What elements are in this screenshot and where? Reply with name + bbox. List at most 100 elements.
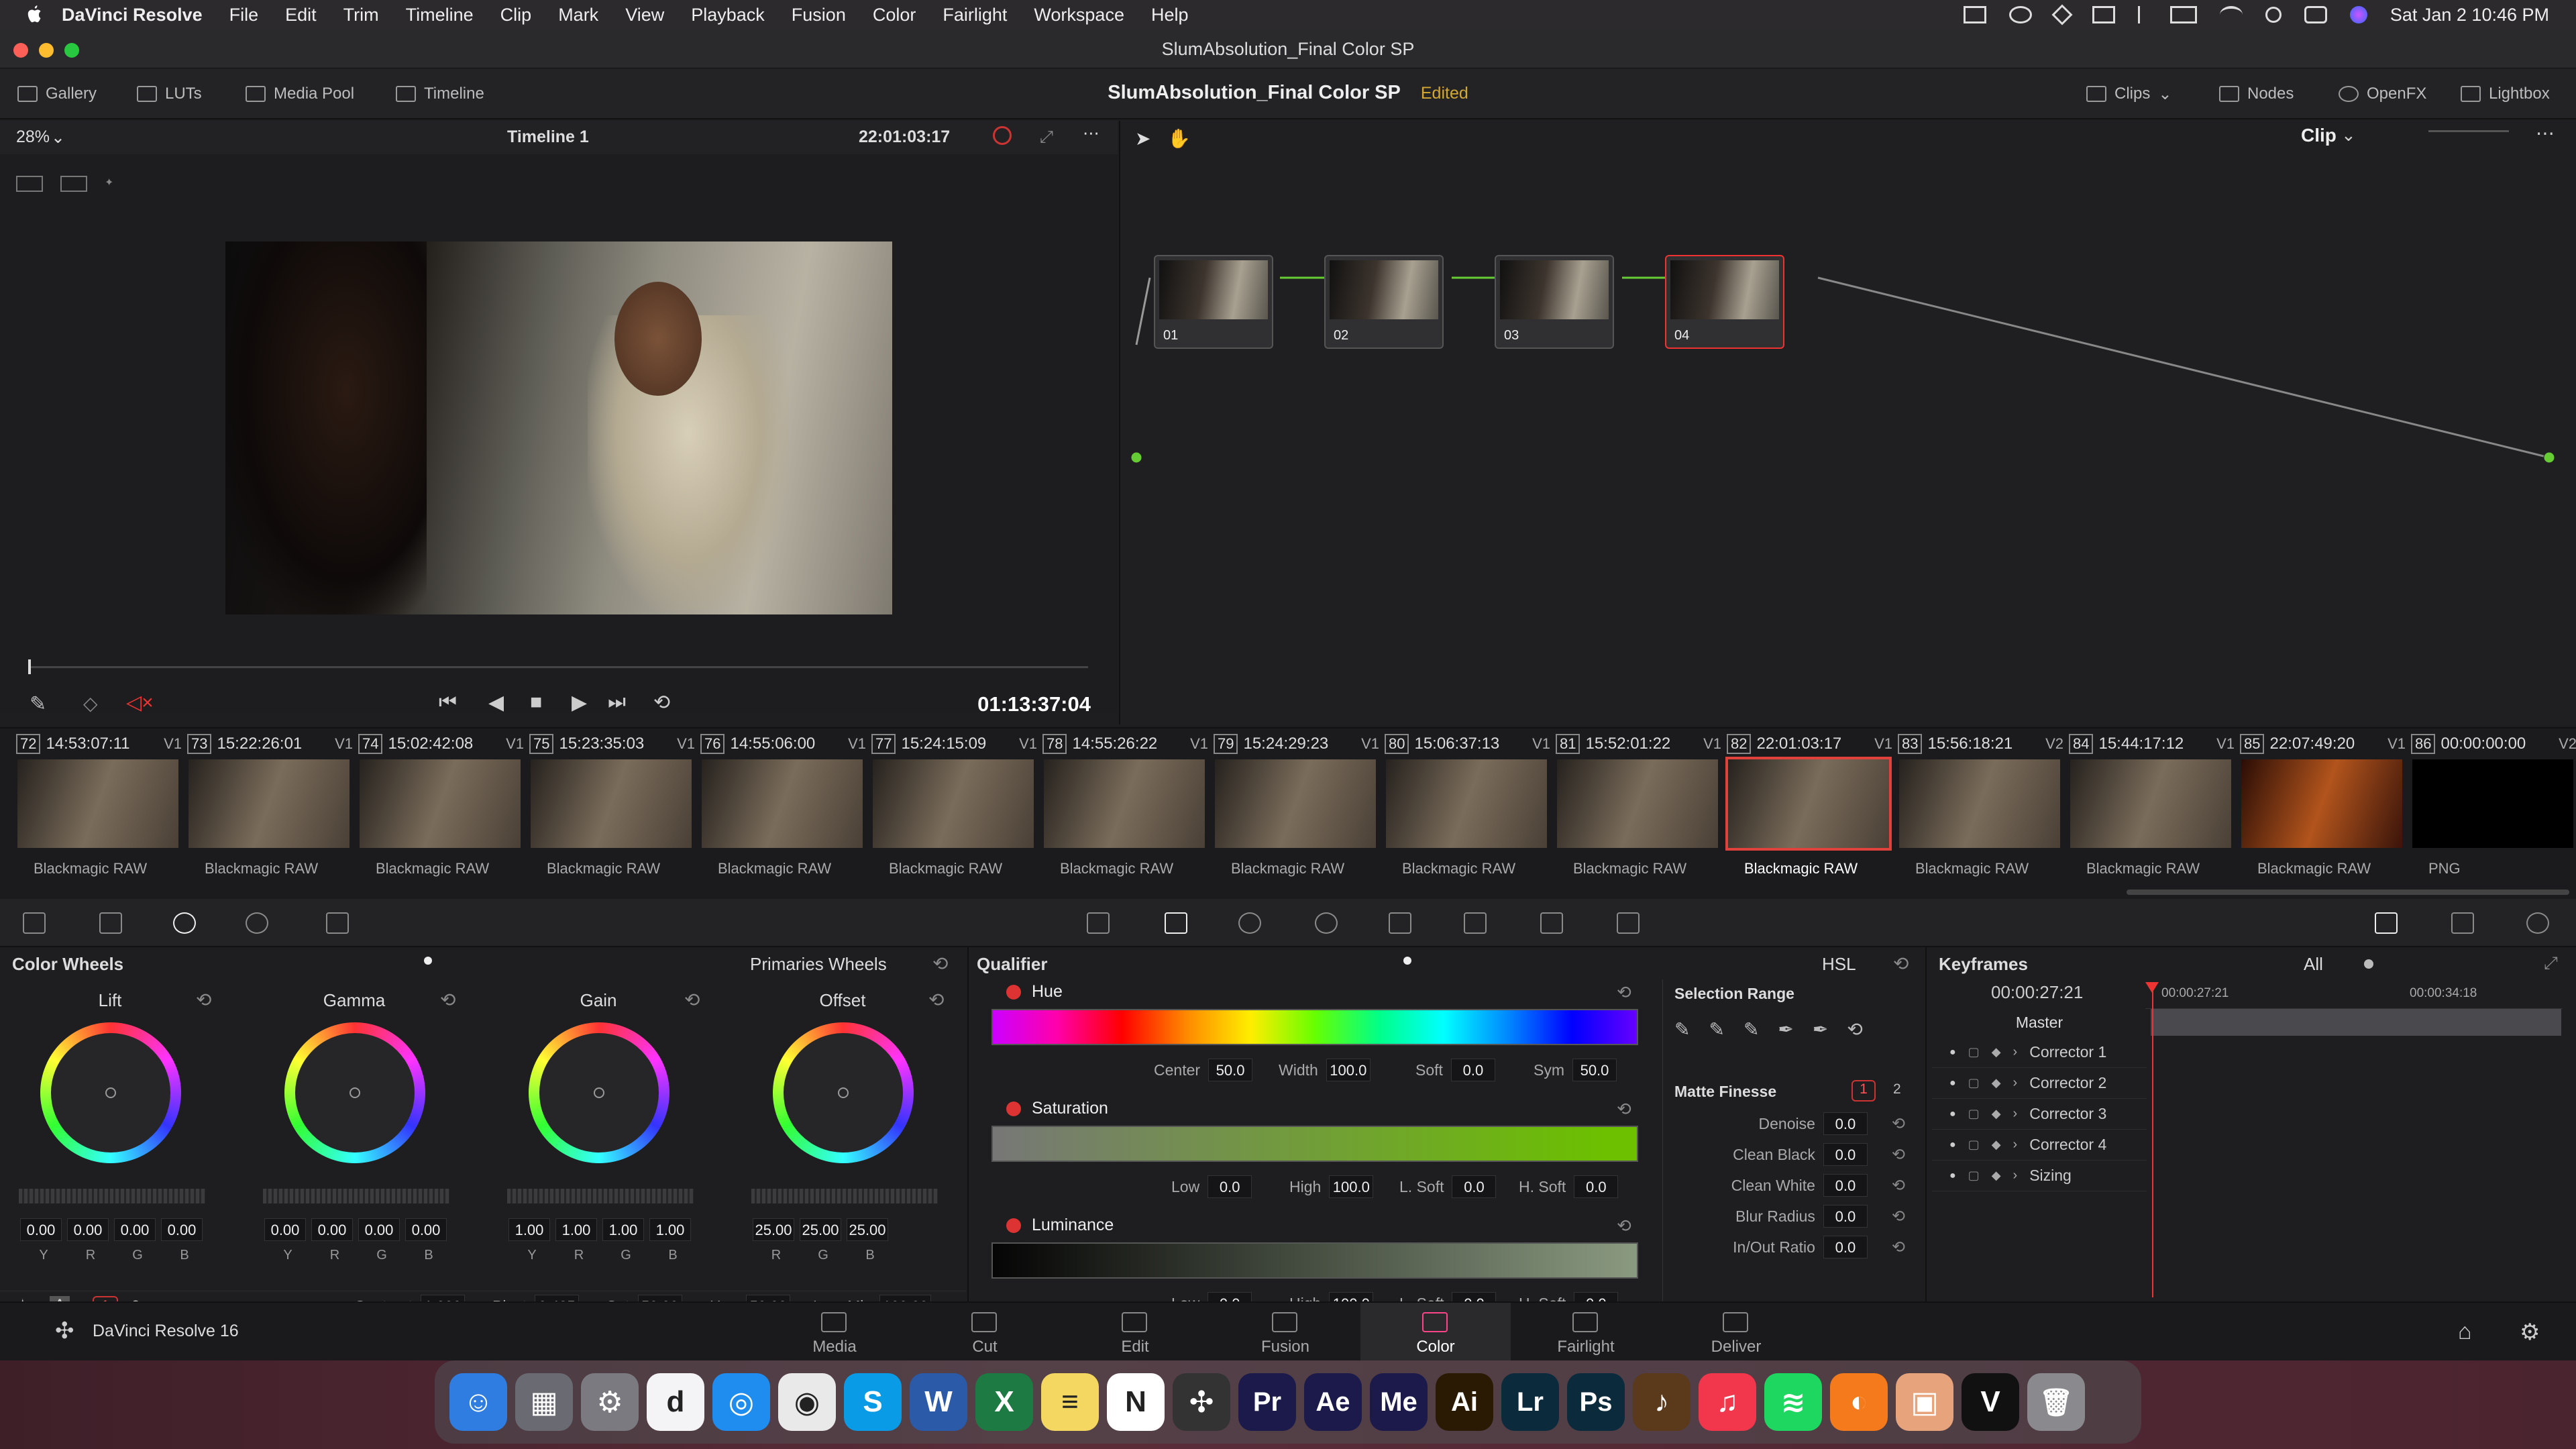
reset-icon[interactable]: ⟲ [440, 989, 455, 1011]
width-value[interactable]: 100.0 [1326, 1059, 1371, 1081]
skype-icon[interactable]: S [844, 1373, 902, 1431]
reset-icon[interactable]: ⟲ [1892, 1207, 1905, 1226]
finesse-value[interactable]: 0.0 [1823, 1112, 1868, 1135]
sat-hsoft[interactable]: H. Soft 0.0 [1519, 1175, 1619, 1198]
chrome-icon[interactable]: ◉ [778, 1373, 836, 1431]
node[interactable]: 01 [1154, 255, 1273, 349]
node[interactable]: 04 [1665, 255, 1784, 349]
battery-icon[interactable] [2169, 6, 2197, 23]
picker-minus-icon[interactable]: ✎ [1709, 1018, 1724, 1040]
wheel-center[interactable] [350, 1087, 360, 1098]
chevron-right-icon[interactable]: › [2013, 1106, 2018, 1122]
wheel-value[interactable]: 0.00 [311, 1218, 353, 1241]
settings-icon[interactable]: ⚙ [2520, 1319, 2540, 1346]
clip-thumbnail[interactable]: 83 15:56:18:21 V2 Blackmagic RAW [1898, 729, 2069, 900]
clip-thumbnail[interactable]: 78 14:55:26:22 V1 Blackmagic RAW [1042, 729, 1214, 900]
menu-item[interactable]: Trim [343, 5, 379, 25]
play-reverse-icon[interactable]: ◀ [488, 691, 504, 714]
chevron-right-icon[interactable]: › [2013, 1075, 2018, 1091]
hue-center[interactable]: Center 50.0 [1154, 1059, 1253, 1081]
launchpad-icon[interactable]: ▦ [515, 1373, 573, 1431]
low-value[interactable]: 0.0 [1208, 1175, 1252, 1198]
clip-thumbnail[interactable]: 77 15:24:15:09 V1 Blackmagic RAW [871, 729, 1042, 900]
timeline-name[interactable]: Timeline 1 [507, 127, 589, 147]
curves-icon[interactable] [1087, 912, 1110, 934]
creative-cloud-icon[interactable] [2008, 6, 2032, 23]
master-wheel-slider[interactable] [19, 1189, 205, 1203]
menu-item[interactable]: Fairlight [943, 5, 1007, 25]
page-tab-deliver[interactable]: Deliver [1661, 1303, 1811, 1362]
clip-thumbnail[interactable]: 81 15:52:01:22 V1 Blackmagic RAW [1556, 729, 1727, 900]
finesse-value[interactable]: 0.0 [1823, 1143, 1868, 1166]
wheel-center[interactable] [105, 1087, 116, 1098]
lock-icon[interactable]: ▢ [1968, 1045, 1980, 1059]
menu-item[interactable]: DaVinci Resolve [62, 5, 203, 25]
finesse-value[interactable]: 0.0 [1823, 1174, 1868, 1197]
firefox-icon[interactable]: ◐ [1830, 1373, 1888, 1431]
mute-icon[interactable]: ◁× [126, 691, 154, 714]
enable-icon[interactable] [1006, 984, 1021, 1000]
sat-lsoft[interactable]: L. Soft 0.0 [1399, 1175, 1497, 1198]
master-track[interactable] [2151, 1009, 2561, 1036]
color-wheels-icon[interactable] [173, 912, 196, 934]
sym-value[interactable]: 50.0 [1572, 1059, 1617, 1081]
sat-low[interactable]: Low 0.0 [1171, 1175, 1252, 1198]
clip-scrollbar[interactable] [2127, 890, 2569, 895]
control-center-icon[interactable] [2304, 6, 2327, 23]
finesse-value[interactable]: 0.0 [1823, 1236, 1868, 1258]
scrubber-bar[interactable] [28, 659, 1088, 674]
system-preferences-icon[interactable]: ⚙ [581, 1373, 639, 1431]
illustrator-icon[interactable]: Ai [1436, 1373, 1493, 1431]
high-value[interactable]: 100.0 [1329, 1175, 1374, 1198]
chevron-right-icon[interactable]: › [2013, 1044, 2018, 1060]
feather-plus-icon[interactable]: ✒ [1813, 1018, 1828, 1040]
diamond-icon[interactable]: ◆ [1992, 1169, 2001, 1183]
feather-minus-icon[interactable]: ✒ [1778, 1018, 1793, 1040]
preview-icon[interactable]: ▣ [1896, 1373, 1953, 1431]
wheel-value[interactable]: 1.00 [602, 1218, 644, 1241]
keyframe-row[interactable]: ● ▢ ◆ › Corrector 3 [1932, 1099, 2147, 1130]
qualifier-icon[interactable] [1165, 912, 1187, 934]
menu-item[interactable]: Help [1151, 5, 1189, 25]
wheel-mode-dropdown[interactable]: Primaries Wheels [750, 954, 887, 982]
premiere-pro-icon[interactable]: Pr [1238, 1373, 1296, 1431]
chevron-down-icon[interactable]: ⌄ [51, 127, 65, 148]
menu-item[interactable]: Clip [500, 5, 532, 25]
wheel-value[interactable]: 0.00 [20, 1218, 62, 1241]
wheel-value[interactable]: 25.00 [847, 1218, 888, 1241]
finesse-value[interactable]: 0.0 [1823, 1205, 1868, 1228]
playhead-marker[interactable] [2145, 982, 2159, 993]
reset-icon[interactable]: ⟲ [1892, 1114, 1905, 1134]
split-viewer-icon[interactable] [60, 176, 87, 192]
lock-icon[interactable]: ▢ [1968, 1076, 1980, 1090]
reset-icon[interactable]: ⟲ [1892, 1145, 1905, 1165]
master-wheel-slider[interactable] [507, 1189, 694, 1203]
soft-value[interactable]: 0.0 [1450, 1059, 1495, 1081]
reset-icon[interactable]: ⟲ [196, 989, 211, 1011]
lsoft-value[interactable]: 0.0 [1452, 1175, 1497, 1198]
magic-wand-icon[interactable]: ✦ [105, 176, 131, 192]
excel-icon[interactable]: X [975, 1373, 1033, 1431]
photoshop-icon[interactable]: Ps [1567, 1373, 1625, 1431]
home-icon[interactable]: ⌂ [2458, 1319, 2472, 1345]
single-viewer-icon[interactable] [16, 176, 43, 192]
wifi-icon[interactable] [2219, 6, 2243, 23]
reset-icon[interactable]: ⟲ [1617, 1216, 1631, 1236]
reset-icon[interactable]: ⟲ [932, 953, 948, 975]
wheel-value[interactable]: 0.00 [67, 1218, 109, 1241]
sat-high[interactable]: High 100.0 [1289, 1175, 1374, 1198]
lock-icon[interactable]: ▢ [1968, 1138, 1980, 1152]
wheel-center[interactable] [594, 1087, 604, 1098]
wheel-value[interactable]: 0.00 [114, 1218, 156, 1241]
page-tab-fairlight[interactable]: Fairlight [1511, 1303, 1661, 1362]
wheel-value[interactable]: 0.00 [264, 1218, 306, 1241]
keyframe-row[interactable]: ● ▢ ◆ › Sizing [1932, 1161, 2147, 1191]
finesse-row[interactable]: Clean Black 0.0 ⟲ [1684, 1143, 1905, 1166]
stop-icon[interactable]: ■ [530, 691, 542, 714]
menu-item[interactable]: File [229, 5, 259, 25]
node-editor[interactable]: ➤ ✋ Clip ⌄ ⋯ 01 02 03 04 [1119, 121, 2576, 724]
vectorworks-icon[interactable]: V [1962, 1373, 2019, 1431]
play-icon[interactable]: ▶ [572, 691, 587, 714]
node[interactable]: 03 [1495, 255, 1614, 349]
rgb-mixer-icon[interactable] [246, 912, 268, 934]
